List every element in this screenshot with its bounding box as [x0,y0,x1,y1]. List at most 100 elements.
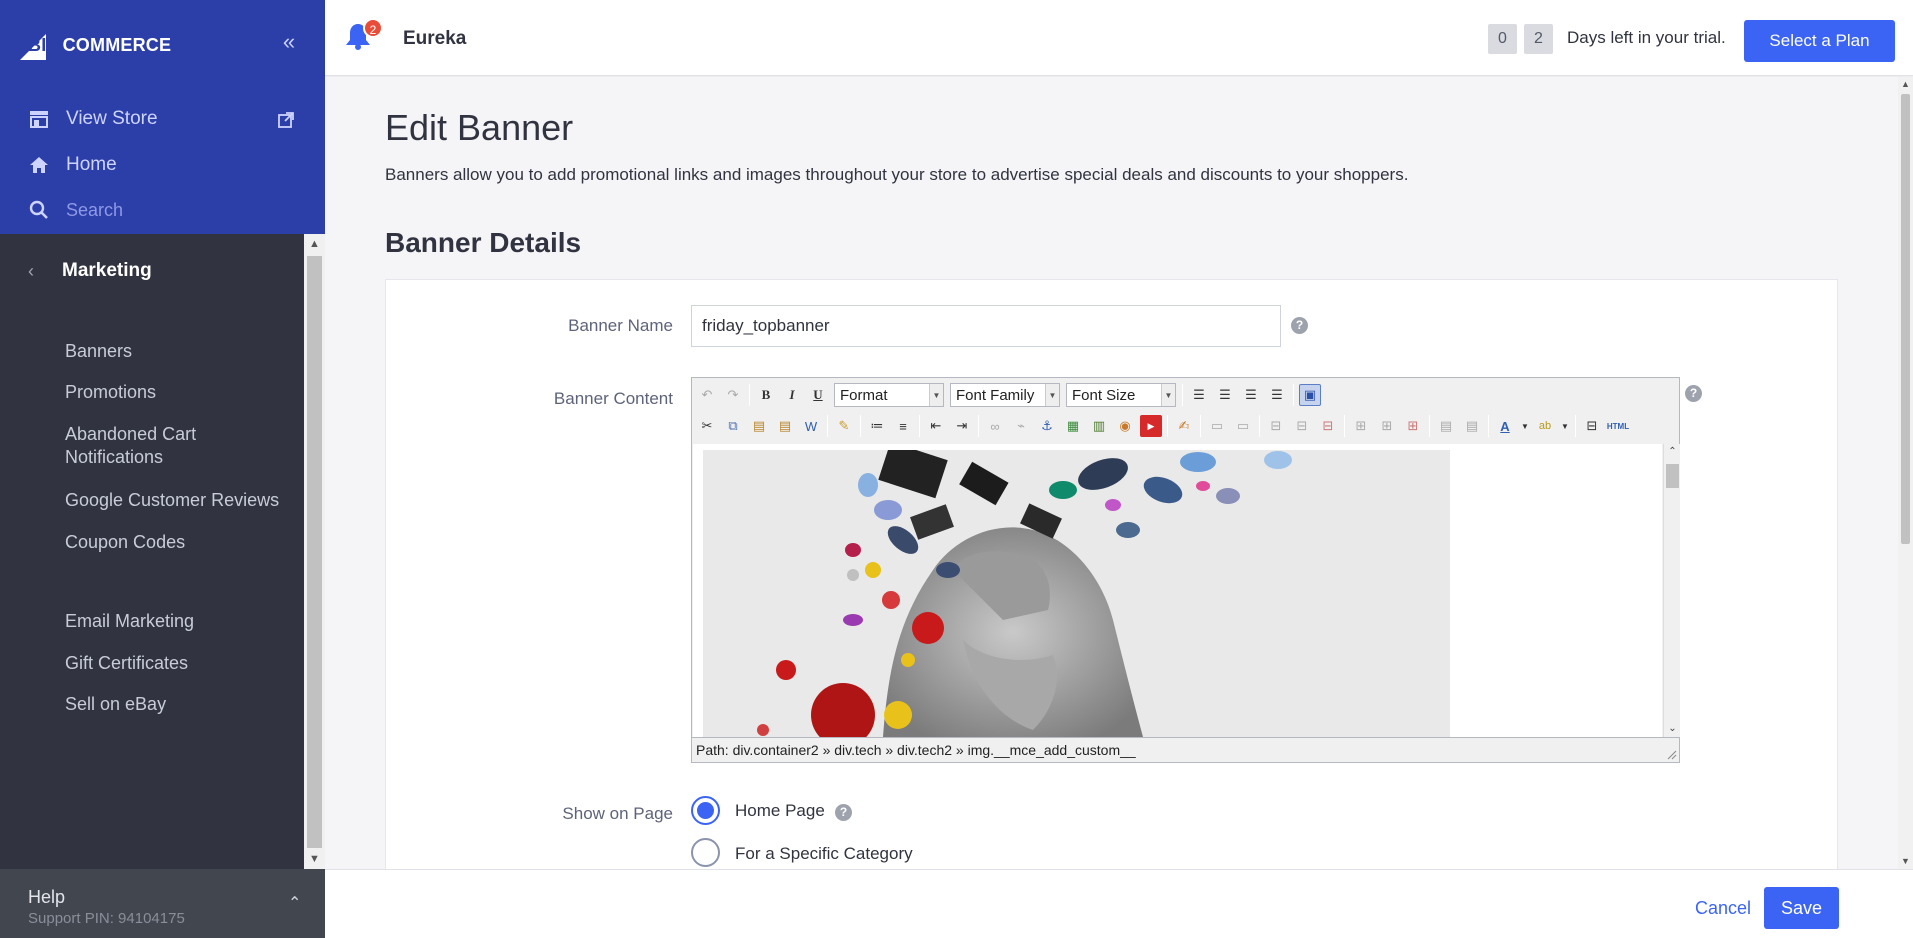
help-panel[interactable]: Help Support PIN: 94104175 ⌃ [0,869,325,938]
row-before-icon[interactable]: ⊟ [1265,415,1287,437]
dropdown-arrow-icon: ▼ [929,384,943,406]
toolbar-divider [827,415,828,437]
underline-icon[interactable]: U [807,384,829,406]
delete-row-icon[interactable]: ⊟ [1317,415,1339,437]
help-icon[interactable]: ? [835,804,852,821]
sidebar-item-google-customer-reviews[interactable]: Google Customer Reviews [65,489,279,512]
paste-icon[interactable]: ▤ [748,415,770,437]
sidebar-item-sell-on-ebay[interactable]: Sell on eBay [65,693,166,716]
toolbar-divider [749,384,750,406]
bullet-list-icon[interactable]: ≔ [866,415,888,437]
fullscreen-icon[interactable]: ▣ [1299,384,1321,406]
text-color-icon[interactable]: A [1494,415,1516,437]
col-before-icon[interactable]: ⊞ [1350,415,1372,437]
scroll-down-arrow-icon[interactable]: ▼ [304,849,325,869]
dropdown-arrow-icon[interactable]: ▼ [1560,415,1570,437]
sidebar-scrollbar[interactable]: ▲ ▼ [304,234,325,869]
outdent-icon[interactable]: ⇤ [925,415,947,437]
unlink-icon[interactable]: ⌁ [1010,415,1032,437]
resize-grip-icon[interactable] [1665,748,1677,760]
editor-scrollbar[interactable]: ⌃ ⌄ [1663,444,1680,737]
radio-home-page[interactable] [691,796,720,825]
youtube-icon[interactable]: ▶ [1140,415,1162,437]
scroll-up-arrow-icon[interactable]: ▲ [304,234,325,254]
dropdown-arrow-icon[interactable]: ▼ [1520,415,1530,437]
bold-icon[interactable]: B [755,384,777,406]
row-after-icon[interactable]: ⊟ [1291,415,1313,437]
numbered-list-icon[interactable]: ≡ [892,415,914,437]
format-select[interactable]: Format ▼ [834,383,944,407]
sidebar-header: BIG COMMERCE « View Store Home Search [0,0,325,234]
sidebar-item-banners[interactable]: Banners [65,340,132,363]
image-icon[interactable]: ▦ [1062,415,1084,437]
help-icon[interactable]: ? [1291,317,1308,334]
font-family-select[interactable]: Font Family ▼ [950,383,1060,407]
save-button[interactable]: Save [1764,887,1839,929]
external-link-icon[interactable] [278,112,296,130]
html-icon[interactable]: HTML [1607,415,1629,437]
sidebar-item-email-marketing[interactable]: Email Marketing [65,610,194,633]
split-cells-icon[interactable]: ▤ [1435,415,1457,437]
cancel-button[interactable]: Cancel [1695,898,1751,919]
radio-specific-category-label[interactable]: For a Specific Category [735,844,913,864]
help-icon[interactable]: ? [1685,385,1702,402]
editor-toolbar-row-2: ✂ ⧉ ▤ ▤ W ✎ ≔ ≡ ⇤ ⇥ ∞ ⌁ ⚓ ▦ ▥ ◉ ▶ ✍ ▭ ▭ [694,411,1631,441]
sidebar-view-store[interactable]: View Store [28,108,158,130]
sidebar-item-promotions[interactable]: Promotions [65,381,156,404]
cut-icon[interactable]: ✂ [696,415,718,437]
toolbar-divider [1182,384,1183,406]
sidebar-item-gift-certificates[interactable]: Gift Certificates [65,652,188,675]
clean-format-icon[interactable]: ✎ [833,415,855,437]
table-col-icon[interactable]: ▭ [1232,415,1254,437]
merge-cells-icon[interactable]: ▤ [1461,415,1483,437]
link-icon[interactable]: ∞ [984,415,1006,437]
indent-icon[interactable]: ⇥ [951,415,973,437]
banner-name-input[interactable]: friday_topbanner [691,305,1281,347]
sidebar-item-coupon-codes[interactable]: Coupon Codes [65,531,185,554]
scroll-up-arrow-icon[interactable]: ⌃ [1664,444,1681,460]
radio-home-page-label[interactable]: Home Page [735,801,825,821]
scroll-down-arrow-icon[interactable]: ⌄ [1664,721,1681,737]
redo-icon[interactable]: ↷ [722,384,744,406]
align-justify-icon[interactable]: ☰ [1266,384,1288,406]
highlight-icon[interactable]: ab [1534,415,1556,437]
italic-icon[interactable]: I [781,384,803,406]
undo-icon[interactable]: ↶ [696,384,718,406]
scroll-up-arrow-icon[interactable]: ▲ [1898,77,1913,92]
chevron-up-icon[interactable]: ⌃ [288,893,301,913]
scroll-down-arrow-icon[interactable]: ▼ [1898,854,1913,869]
search-input[interactable]: Search [66,200,123,221]
editor-content-area[interactable] [693,444,1662,737]
main-scroll-thumb[interactable] [1901,94,1910,544]
copy-icon[interactable]: ⧉ [722,415,744,437]
collapse-sidebar-icon[interactable]: « [276,31,302,54]
anchor-icon[interactable]: ⚓ [1036,415,1058,437]
delete-col-icon[interactable]: ⊞ [1402,415,1424,437]
align-right-icon[interactable]: ☰ [1240,384,1262,406]
insert-image-icon[interactable]: ◉ [1114,415,1136,437]
col-after-icon[interactable]: ⊞ [1376,415,1398,437]
edit-source-icon[interactable]: ✍ [1173,415,1195,437]
sidebar-search[interactable]: Search [28,199,123,221]
table-row-icon[interactable]: ▭ [1206,415,1228,437]
align-left-icon[interactable]: ☰ [1188,384,1210,406]
bigcommerce-logo[interactable]: BIG COMMERCE [20,28,171,62]
radio-specific-category[interactable] [691,838,720,867]
paste-word-icon[interactable]: W [800,415,822,437]
jewelry-banner-image [703,450,1450,737]
sidebar-home[interactable]: Home [28,154,117,176]
banner-image[interactable] [703,450,1450,737]
sidebar-item-abandoned-cart[interactable]: Abandoned Cart [65,423,196,446]
align-center-icon[interactable]: ☰ [1214,384,1236,406]
notifications-bell[interactable]: 2 [345,18,383,52]
horizontal-rule-icon[interactable]: ⊟ [1581,415,1603,437]
sidebar-item-abandoned-cart-notifications[interactable]: Notifications [65,446,163,469]
sidebar-section-marketing[interactable]: ‹ Marketing [28,260,152,282]
main-scrollbar[interactable]: ▲ ▼ [1898,77,1913,869]
editor-scroll-thumb[interactable] [1666,464,1679,488]
sidebar-scroll-thumb[interactable] [307,256,322,848]
paste-text-icon[interactable]: ▤ [774,415,796,437]
select-plan-button[interactable]: Select a Plan [1744,20,1895,62]
font-size-select[interactable]: Font Size ▼ [1066,383,1176,407]
media-icon[interactable]: ▥ [1088,415,1110,437]
